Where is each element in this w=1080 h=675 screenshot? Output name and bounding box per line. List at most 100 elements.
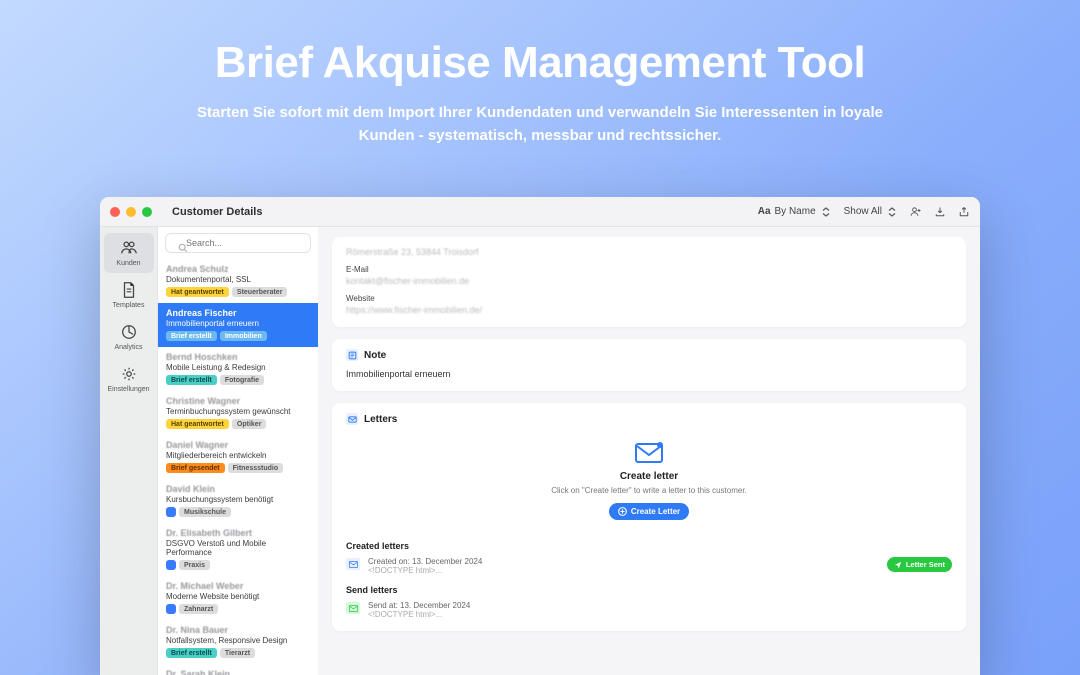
customer-sub: Notfallsystem, Responsive Design — [166, 636, 310, 645]
customer-item[interactable]: Bernd HoschkenMobile Leistung & Redesign… — [158, 347, 318, 391]
sidebar-item-kunden[interactable]: Kunden — [104, 233, 154, 273]
titlebar: Customer Details Aa By Name Show All — [100, 197, 980, 227]
send-letter-line2: <!DOCTYPE html>... — [368, 610, 470, 619]
customer-item[interactable]: David KleinKursbuchungssystem benötigt M… — [158, 479, 318, 523]
customer-name: Dr. Michael Weber — [166, 581, 310, 591]
tag: Zahnarzt — [179, 604, 218, 614]
customer-sub: DSGVO Verstoß und Mobile Performance — [166, 539, 310, 557]
customer-item[interactable]: Dr. Sarah KleinE-Rezept Integration, New… — [158, 664, 318, 675]
note-title: Note — [364, 350, 386, 361]
letters-empty-text: Click on "Create letter" to write a lett… — [346, 486, 952, 495]
sidebar-item-label: Templates — [113, 302, 145, 309]
customer-sub: Kursbuchungssystem benötigt — [166, 495, 310, 504]
send-icon — [894, 561, 902, 569]
send-letter-line1: Send at: 13. December 2024 — [368, 601, 470, 610]
sort-button[interactable]: Aa By Name — [758, 206, 832, 218]
add-user-icon[interactable] — [910, 206, 922, 218]
created-letter-line2: <!DOCTYPE html>... — [368, 566, 482, 575]
filter-button[interactable]: Show All — [844, 206, 898, 218]
tag: Tierarzt — [220, 648, 255, 658]
tag: Hat geantwortet — [166, 419, 229, 429]
chevron-updown-icon — [820, 206, 832, 218]
customer-name: Daniel Wagner — [166, 440, 310, 450]
note-icon — [346, 349, 358, 361]
import-icon[interactable] — [934, 206, 946, 218]
customer-item[interactable]: Andrea SchulzDokumentenportal, SSLHat ge… — [158, 259, 318, 303]
tag: Brief erstellt — [166, 331, 217, 341]
sort-label: By Name — [775, 206, 816, 217]
tag: Brief gesendet — [166, 463, 225, 473]
customer-name: Bernd Hoschken — [166, 352, 310, 362]
create-letter-label: Create Letter — [631, 507, 680, 516]
tag — [166, 560, 176, 570]
sidebar-item-label: Analytics — [114, 344, 142, 351]
letter-mail-sent-icon — [346, 602, 360, 614]
sidebar: Kunden Templates Analytics Einstellungen — [100, 227, 158, 675]
tag — [166, 604, 176, 614]
share-icon[interactable] — [958, 206, 970, 218]
close-dot[interactable] — [110, 207, 120, 217]
created-letters-head: Created letters — [346, 541, 952, 551]
contact-card: Römerstraße 23, 53844 Troisdorf E-Mail k… — [332, 237, 966, 327]
customer-name: Christine Wagner — [166, 396, 310, 406]
tag: Immobilien — [220, 331, 267, 341]
app-window: Customer Details Aa By Name Show All Kun… — [100, 197, 980, 675]
website-label: Website — [346, 294, 952, 303]
sidebar-item-einstellungen[interactable]: Einstellungen — [104, 359, 154, 399]
customer-sub: Immobilienportal erneuern — [166, 319, 310, 328]
tag — [166, 507, 176, 517]
customer-item[interactable]: Daniel WagnerMitgliederbereich entwickel… — [158, 435, 318, 479]
created-letter-row[interactable]: Created on: 13. December 2024 <!DOCTYPE … — [346, 557, 952, 575]
send-letters-head: Send letters — [346, 585, 952, 595]
customer-item[interactable]: Dr. Nina BauerNotfallsystem, Responsive … — [158, 620, 318, 664]
sidebar-item-label: Einstellungen — [107, 386, 149, 393]
letter-mail-icon — [346, 558, 360, 570]
create-letter-button[interactable]: Create Letter — [609, 503, 689, 520]
sort-aa-icon: Aa — [758, 206, 771, 217]
customer-list-column: Andrea SchulzDokumentenportal, SSLHat ge… — [158, 227, 318, 675]
note-text: Immobilienportal erneuern — [346, 369, 952, 379]
chevron-updown-icon — [886, 206, 898, 218]
tag: Optiker — [232, 419, 267, 429]
customer-sub: Terminbuchungssystem gewünscht — [166, 407, 310, 416]
letter-sent-badge: Letter Sent — [887, 557, 952, 572]
send-letter-row[interactable]: Send at: 13. December 2024 <!DOCTYPE htm… — [346, 601, 952, 619]
letters-icon — [346, 413, 358, 425]
tag: Hat geantwortet — [166, 287, 229, 297]
customer-name: Andreas Fischer — [166, 308, 310, 318]
customer-list[interactable]: Andrea SchulzDokumentenportal, SSLHat ge… — [158, 259, 318, 675]
letters-card: Letters Create letter Click on "Create l… — [332, 403, 966, 631]
tag: Fotografie — [220, 375, 264, 385]
plus-circle-icon — [618, 507, 627, 516]
window-title: Customer Details — [172, 206, 262, 218]
mail-large-icon — [634, 441, 664, 465]
letters-title: Letters — [364, 414, 397, 425]
email-value: kontakt@fischer-immobilien.de — [346, 276, 952, 286]
customer-name: Dr. Sarah Klein — [166, 669, 310, 675]
customer-item[interactable]: Dr. Michael WeberModerne Website benötig… — [158, 576, 318, 620]
customer-sub: Mitgliederbereich entwickeln — [166, 451, 310, 460]
minimize-dot[interactable] — [126, 207, 136, 217]
sidebar-item-analytics[interactable]: Analytics — [104, 317, 154, 357]
created-letter-line1: Created on: 13. December 2024 — [368, 557, 482, 566]
sidebar-item-label: Kunden — [116, 260, 140, 267]
tag: Brief erstellt — [166, 648, 217, 658]
customer-item[interactable]: Andreas FischerImmobilienportal erneuern… — [158, 303, 318, 347]
zoom-dot[interactable] — [142, 207, 152, 217]
website-value[interactable]: https://www.fischer-immobilien.de/ — [346, 305, 952, 315]
customer-sub: Mobile Leistung & Redesign — [166, 363, 310, 372]
address-value: Römerstraße 23, 53844 Troisdorf — [346, 247, 952, 257]
note-card: Note Immobilienportal erneuern — [332, 339, 966, 391]
customer-item[interactable]: Dr. Elisabeth GilbertDSGVO Verstoß und M… — [158, 523, 318, 576]
tag: Steuerberater — [232, 287, 288, 297]
search-input[interactable] — [165, 233, 311, 253]
customer-item[interactable]: Christine WagnerTerminbuchungssystem gew… — [158, 391, 318, 435]
email-label: E-Mail — [346, 265, 952, 274]
letters-empty-title: Create letter — [346, 471, 952, 482]
filter-label: Show All — [844, 206, 882, 217]
sidebar-item-templates[interactable]: Templates — [104, 275, 154, 315]
customer-name: David Klein — [166, 484, 310, 494]
tag: Fitnessstudio — [228, 463, 284, 473]
tag: Praxis — [179, 560, 210, 570]
detail-pane: Römerstraße 23, 53844 Troisdorf E-Mail k… — [318, 227, 980, 675]
